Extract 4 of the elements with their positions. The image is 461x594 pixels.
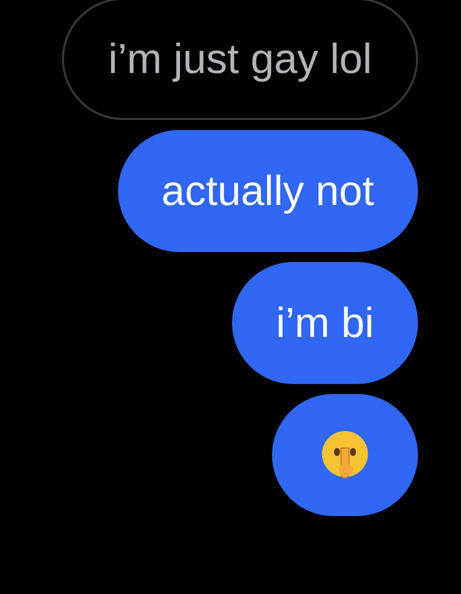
- message-bubble: actually not: [118, 130, 418, 252]
- shushing-emoji-icon: [321, 430, 369, 480]
- message-bubble: i’m bi: [232, 262, 418, 384]
- message-bubble: i’m just gay lol: [62, 0, 418, 120]
